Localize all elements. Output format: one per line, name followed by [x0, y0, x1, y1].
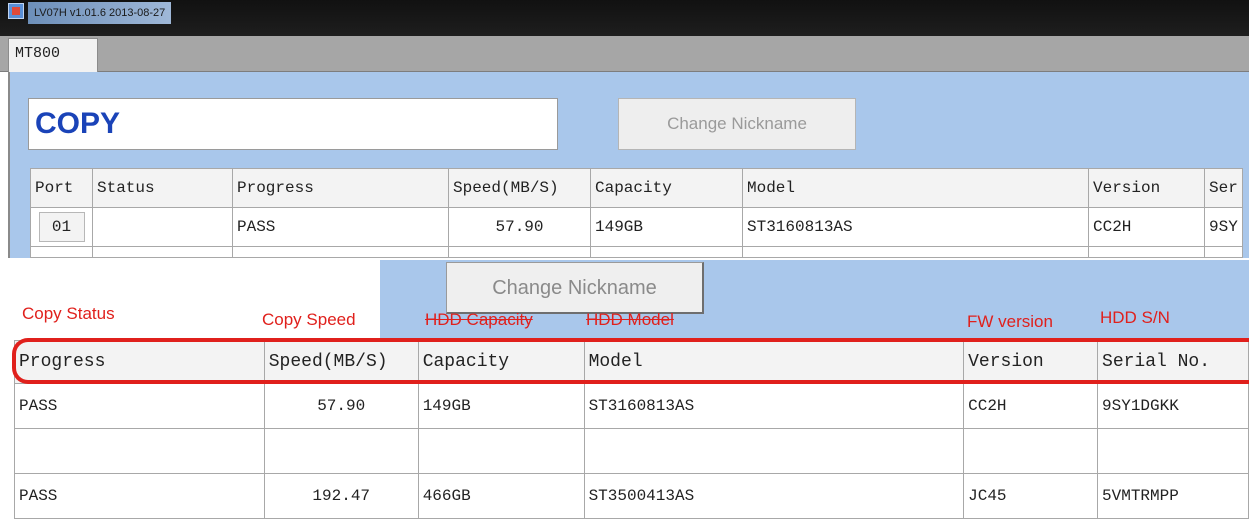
- serial-cell: 5VMTRMPP: [1097, 473, 1249, 519]
- empty-cell: [30, 246, 93, 258]
- window-title: LV07H v1.01.6 2013-08-27: [28, 2, 172, 24]
- port-cell: 01: [30, 207, 93, 247]
- version-cell: CC2H: [1088, 207, 1205, 247]
- annotation-hdd-capacity: HDD Capacity: [425, 310, 533, 329]
- tab-mt800[interactable]: MT800: [8, 38, 98, 74]
- change-nickname-button-zoomed[interactable]: Change Nickname: [446, 262, 704, 314]
- version-cell: [963, 428, 1099, 474]
- capacity-cell: 466GB: [417, 473, 585, 519]
- port-status-table: Port Status Progress Speed(MB/S) Capacit…: [30, 168, 1243, 258]
- model-cell: ST3160813AS: [583, 383, 965, 429]
- serial-cell: [1097, 428, 1249, 474]
- status-cell: [92, 207, 233, 247]
- capacity-cell: [417, 428, 585, 474]
- empty-cell: [590, 246, 743, 258]
- serial-cell: 9SY: [1204, 207, 1243, 247]
- speed-cell: 57.90: [263, 383, 419, 429]
- header-highlight-outline: [12, 338, 1249, 384]
- capacity-cell: 149GB: [590, 207, 743, 247]
- window-title-bar: LV07H v1.01.6 2013-08-27: [0, 0, 1249, 36]
- header-capacity[interactable]: Capacity: [590, 168, 743, 208]
- table-row[interactable]: PASS 57.90 149GB ST3160813AS CC2H 9SY1DG…: [14, 383, 1249, 429]
- progress-cell: PASS: [14, 473, 265, 519]
- version-cell: JC45: [963, 473, 1099, 519]
- header-status[interactable]: Status: [92, 168, 233, 208]
- empty-cell: [232, 246, 449, 258]
- progress-cell: PASS: [232, 207, 449, 247]
- empty-cell: [92, 246, 233, 258]
- annotation-hdd-model: HDD Model: [586, 310, 674, 329]
- capacity-cell: 149GB: [417, 383, 585, 429]
- tab-strip: [0, 36, 1249, 72]
- table-row[interactable]: [14, 428, 1249, 474]
- empty-cell: [1204, 246, 1243, 258]
- header-port[interactable]: Port: [30, 168, 93, 208]
- empty-cell: [448, 246, 591, 258]
- nickname-field[interactable]: COPY: [28, 98, 558, 150]
- version-cell: CC2H: [963, 383, 1099, 429]
- empty-cell: [742, 246, 1089, 258]
- table-row[interactable]: PASS 192.47 466GB ST3500413AS JC45 5VMTR…: [14, 473, 1249, 519]
- header-version[interactable]: Version: [1088, 168, 1205, 208]
- speed-cell: 192.47: [263, 473, 419, 519]
- model-cell: ST3500413AS: [583, 473, 965, 519]
- header-progress[interactable]: Progress: [232, 168, 449, 208]
- speed-cell: 57.90: [448, 207, 591, 247]
- change-nickname-button[interactable]: Change Nickname: [618, 98, 856, 150]
- model-cell: [583, 428, 965, 474]
- port-number[interactable]: 01: [38, 212, 85, 242]
- header-serial[interactable]: Ser: [1204, 168, 1243, 208]
- table-header-row: Port Status Progress Speed(MB/S) Capacit…: [30, 168, 1243, 208]
- annotation-fw-version: FW version: [967, 312, 1053, 331]
- app-icon: [8, 3, 24, 19]
- header-speed[interactable]: Speed(MB/S): [448, 168, 591, 208]
- empty-cell: [1088, 246, 1205, 258]
- progress-cell: [14, 428, 265, 474]
- model-cell: ST3160813AS: [742, 207, 1089, 247]
- table-row-partial: [30, 246, 1243, 258]
- header-model[interactable]: Model: [742, 168, 1089, 208]
- progress-cell: PASS: [14, 383, 265, 429]
- serial-cell: 9SY1DGKK: [1097, 383, 1249, 429]
- table-row[interactable]: 01 PASS 57.90 149GB ST3160813AS CC2H 9SY: [30, 207, 1243, 247]
- annotation-copy-speed: Copy Speed: [262, 310, 356, 329]
- speed-cell: [263, 428, 419, 474]
- annotation-hdd-sn: HDD S/N: [1100, 308, 1170, 327]
- annotation-copy-status: Copy Status: [22, 304, 115, 323]
